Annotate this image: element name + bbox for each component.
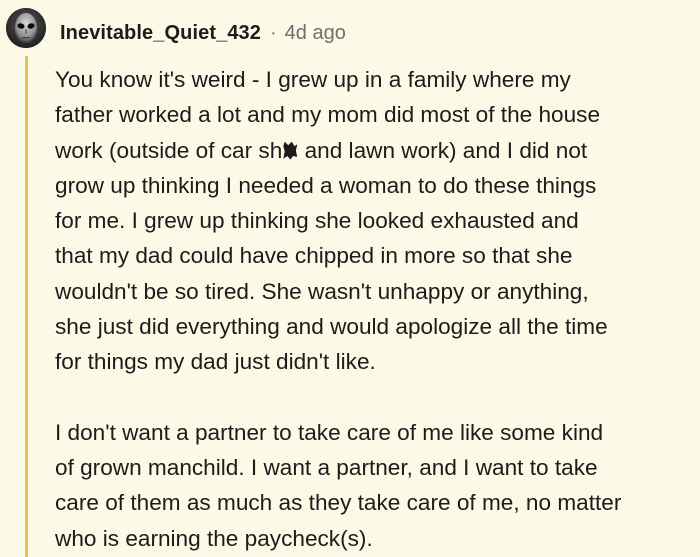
comment-line: care of them as much as they take care o… <box>55 490 622 516</box>
comment-line: I don't want a partner to take care of m… <box>55 419 604 445</box>
comment-line: You know it's weird - I grew up in a fam… <box>55 67 571 92</box>
censor-scribble-icon <box>283 141 298 160</box>
comment-line: who is earning the paycheck(s). <box>55 525 373 551</box>
comment-line: for me. I grew up thinking she looked ex… <box>55 208 579 234</box>
comment-text-fragment: work (outside of car sh <box>55 137 283 163</box>
comment-line: of grown manchild. I want a partner, and… <box>55 454 598 480</box>
comment-line: grow up thinking I needed a woman to do … <box>55 172 597 198</box>
comment-body: You know it's weird - I grew up in a fam… <box>55 62 700 556</box>
comment-line: father worked a lot and my mom did most … <box>55 102 601 128</box>
comment-line: she just did everything and would apolog… <box>55 314 608 340</box>
username-link[interactable]: Inevitable_Quiet_432 <box>60 22 261 45</box>
separator-dot: · <box>269 21 277 44</box>
comment-header: Inevitable_Quiet_432 · 4d ago <box>60 18 346 48</box>
comment-text-fragment: and lawn work) and I did not <box>298 137 588 163</box>
comment-line: for things my dad just didn't like. <box>55 349 376 375</box>
comment-line: that my dad could have chipped in more s… <box>55 243 573 269</box>
comment-line: wouldn't be so tired. She wasn't unhappy… <box>55 278 589 304</box>
thread-line[interactable] <box>25 56 28 557</box>
timestamp[interactable]: 4d ago <box>285 22 346 45</box>
comment-line: work (outside of car sh and lawn work) a… <box>55 133 700 168</box>
avatar[interactable] <box>6 8 46 48</box>
alien-face-icon <box>6 8 46 48</box>
comment: Inevitable_Quiet_432 · 4d ago You know i… <box>0 0 700 557</box>
